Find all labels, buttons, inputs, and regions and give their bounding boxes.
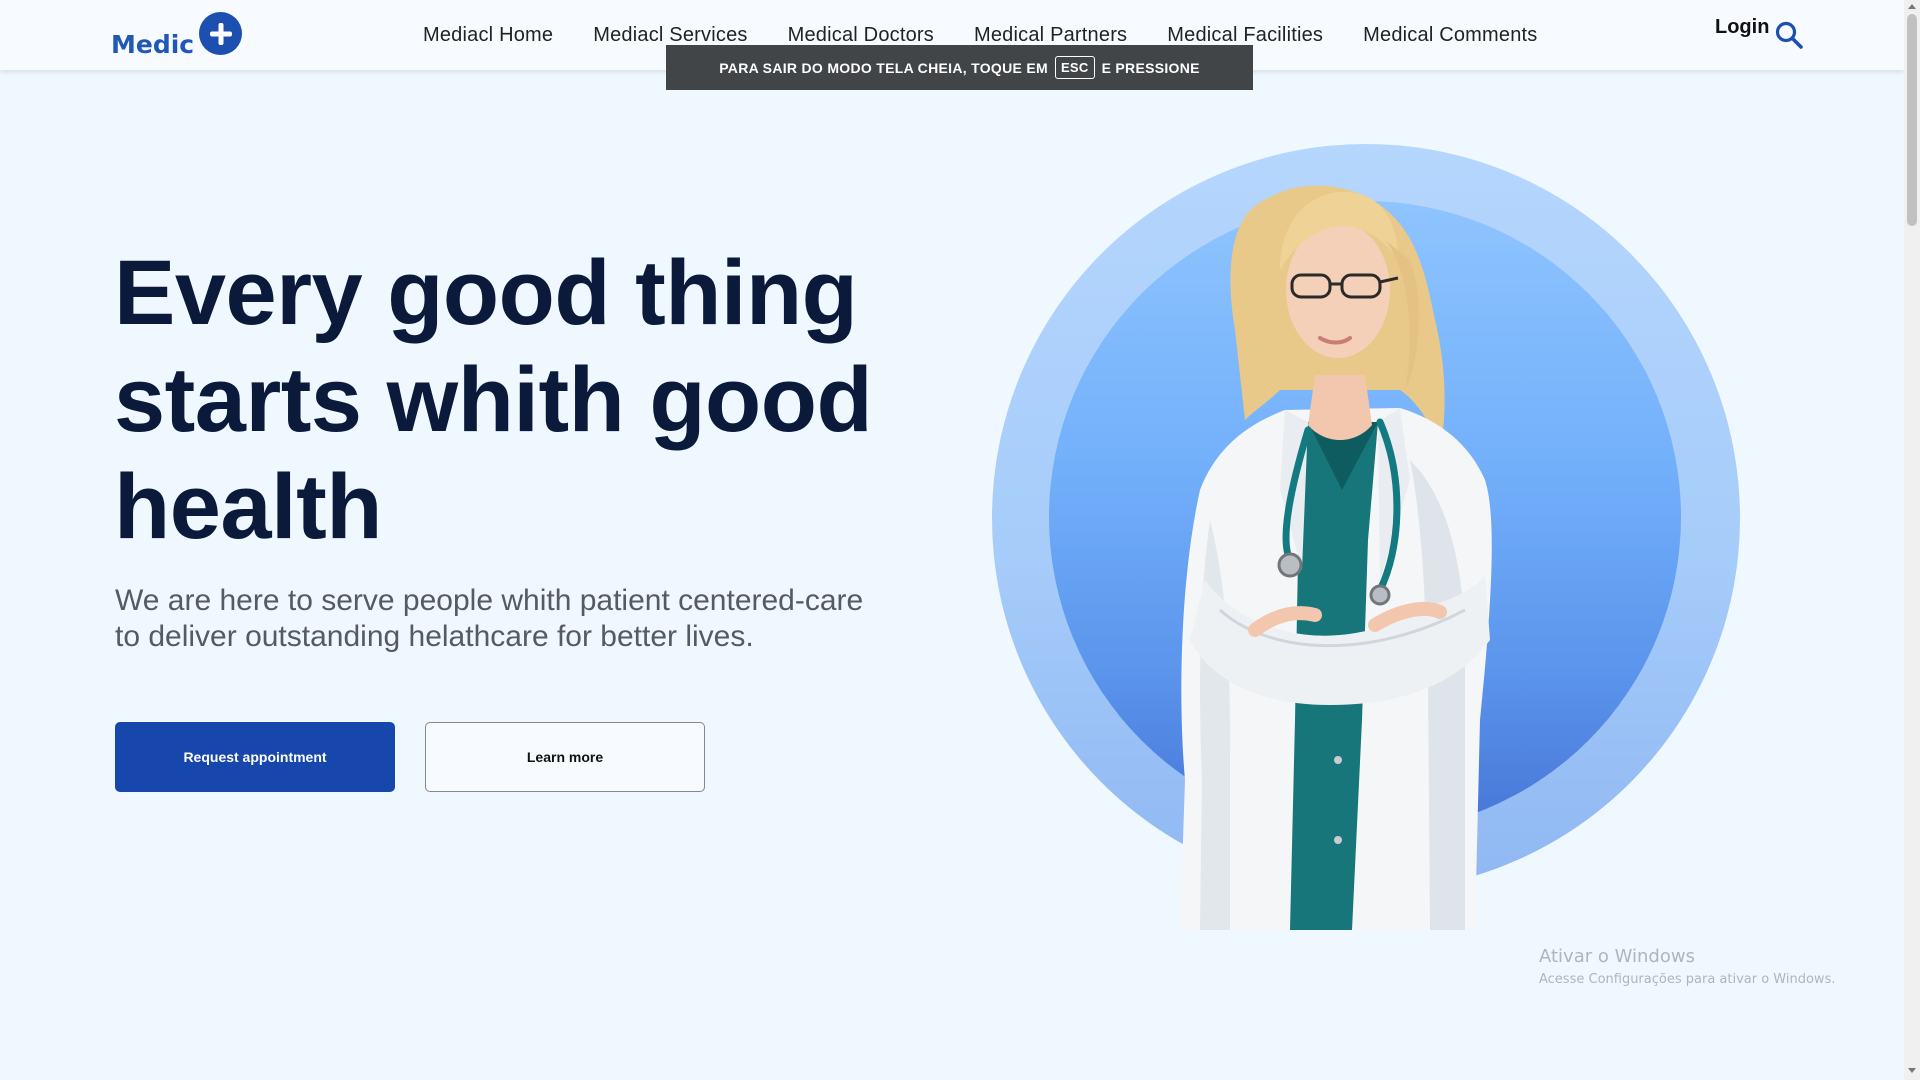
headline-line-3: health (114, 456, 382, 558)
learn-more-button[interactable]: Learn more (425, 722, 705, 792)
hero-headline: Every good thing starts whith good healt… (114, 240, 934, 561)
nav-item-partners[interactable]: Medical Partners (974, 24, 1127, 47)
search-icon[interactable] (1774, 20, 1804, 50)
subtext-line-2: to deliver outstanding helathcare for be… (115, 620, 754, 653)
watermark-title: Ativar o Windows (1539, 946, 1695, 967)
page-scrollbar[interactable] (1904, 0, 1920, 1080)
nav-item-facilities[interactable]: Medical Facilities (1167, 24, 1323, 47)
watermark-subtitle: Acesse Configurações para ativar o Windo… (1539, 972, 1836, 987)
logo[interactable]: Medic (111, 12, 243, 59)
doctor-illustration (1180, 185, 1492, 930)
esc-key-badge: ESC (1054, 56, 1095, 79)
hero-subtext: We are here to serve people whith patien… (115, 583, 915, 655)
logo-text: Medic (111, 30, 195, 59)
scrollbar-thumb[interactable] (1907, 14, 1917, 226)
login-link[interactable]: Login (1715, 16, 1769, 39)
nav-item-doctors[interactable]: Medical Doctors (788, 24, 934, 47)
headline-line-1: Every good thing (114, 242, 858, 344)
scroll-up-arrow-icon[interactable] (1908, 4, 1916, 9)
main-nav: Mediacl Home Mediacl Services Medical Do… (423, 24, 1578, 47)
nav-item-home[interactable]: Mediacl Home (423, 24, 553, 47)
subtext-line-1: We are here to serve people whith patien… (115, 584, 864, 617)
plus-circle-icon (199, 12, 243, 55)
windows-activation-watermark: Ativar o Windows Acesse Configurações pa… (1539, 946, 1835, 987)
scroll-down-arrow-icon[interactable] (1908, 1068, 1916, 1073)
nav-item-services[interactable]: Mediacl Services (593, 24, 747, 47)
toast-text-before: PARA SAIR DO MODO TELA CHEIA, TOQUE EM (719, 59, 1048, 76)
toast-text-after: E PRESSIONE (1101, 59, 1200, 76)
nav-item-comments[interactable]: Medical Comments (1363, 24, 1537, 47)
headline-line-2: starts whith good (114, 349, 873, 451)
request-appointment-button[interactable]: Request appointment (115, 722, 395, 792)
fullscreen-exit-toast: PARA SAIR DO MODO TELA CHEIA, TOQUE EM E… (666, 45, 1253, 90)
